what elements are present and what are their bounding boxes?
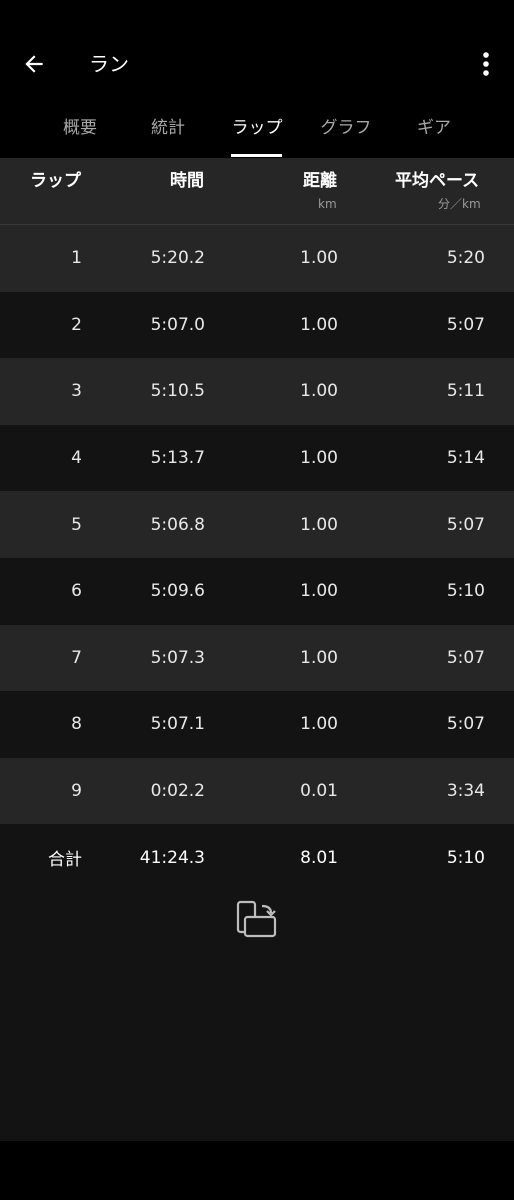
table-row: 3 5:10.5 1.00 5:11	[0, 358, 514, 425]
laps-table-body: 1 5:20.2 1.00 5:20 2 5:07.0 1.00 5:07 3 …	[0, 225, 514, 891]
table-row: 4 5:13.7 1.00 5:14	[0, 424, 514, 492]
lap-pace: 5:11	[446, 381, 485, 402]
lap-time: 5:07.3	[150, 647, 205, 668]
lap-time: 5:07.0	[150, 314, 205, 335]
rotate-screen-button[interactable]	[233, 898, 281, 942]
total-pace: 5:10	[446, 847, 485, 868]
lap-pace: 5:07	[446, 714, 485, 735]
laps-table-header: ラップ 時間 距離 km 平均ペース 分／km	[0, 158, 514, 225]
more-options-button[interactable]	[470, 44, 502, 84]
lap-distance: 1.00	[300, 314, 338, 335]
table-row: 7 5:07.3 1.00 5:07	[0, 624, 514, 692]
lap-distance: 1.00	[300, 514, 338, 535]
lap-distance: 1.00	[300, 581, 338, 602]
screen-rotation-icon	[236, 900, 277, 938]
total-distance: 8.01	[300, 847, 338, 868]
lap-number: 9	[71, 781, 82, 802]
total-time: 41:24.3	[139, 847, 205, 868]
table-row: 5 5:06.8 1.00 5:07	[0, 491, 514, 558]
lap-number: 4	[71, 448, 82, 469]
lap-pace: 5:07	[446, 514, 485, 535]
lap-distance: 1.00	[300, 714, 338, 735]
table-row: 2 5:07.0 1.00 5:07	[0, 291, 514, 359]
page-title: ラン	[89, 52, 129, 76]
tab-overview[interactable]: 概要	[60, 116, 100, 158]
lap-distance: 1.00	[300, 248, 338, 269]
lap-pace: 5:20	[446, 248, 485, 269]
lap-distance: 1.00	[300, 647, 338, 668]
lap-time: 5:13.7	[150, 448, 205, 469]
system-navigation-bar	[0, 1141, 514, 1200]
lap-number: 2	[71, 314, 82, 335]
lap-number: 1	[71, 248, 82, 269]
header-pace-unit: 分／km	[438, 197, 481, 211]
table-row: 1 5:20.2 1.00 5:20	[0, 225, 514, 292]
lap-pace: 5:07	[446, 647, 485, 668]
table-row: 6 5:09.6 1.00 5:10	[0, 557, 514, 625]
more-vertical-icon	[483, 52, 489, 76]
lap-time: 5:20.2	[150, 248, 205, 269]
lap-pace: 5:14	[446, 448, 485, 469]
lap-number: 8	[71, 714, 82, 735]
header-distance: 距離	[303, 171, 337, 191]
lap-pace: 5:07	[446, 314, 485, 335]
back-button[interactable]	[14, 44, 54, 84]
lap-time: 5:10.5	[150, 381, 205, 402]
arrow-left-icon	[25, 55, 43, 73]
tab-laps[interactable]: ラップ	[229, 116, 285, 158]
lap-distance: 0.01	[300, 781, 338, 802]
total-row: 合計 41:24.3 8.01 5:10	[0, 824, 514, 891]
total-label: 合計	[48, 850, 82, 871]
app-bar: ラン	[0, 0, 514, 100]
lap-pace: 5:10	[446, 581, 485, 602]
header-lap: ラップ	[30, 171, 81, 191]
lap-number: 5	[71, 514, 82, 535]
lap-distance: 1.00	[300, 448, 338, 469]
lap-time: 5:06.8	[150, 514, 205, 535]
lap-number: 7	[71, 647, 82, 668]
lap-number: 3	[71, 381, 82, 402]
header-pace: 平均ペース	[395, 171, 480, 191]
header-time: 時間	[170, 171, 204, 191]
lap-time: 5:07.1	[150, 714, 205, 735]
header-distance-unit: km	[318, 197, 337, 211]
tab-gear[interactable]: ギア	[414, 116, 454, 158]
table-row: 9 0:02.2 0.01 3:34	[0, 757, 514, 825]
table-row: 8 5:07.1 1.00 5:07	[0, 691, 514, 758]
lap-pace: 3:34	[446, 781, 485, 802]
lap-number: 6	[71, 581, 82, 602]
lap-distance: 1.00	[300, 381, 338, 402]
tab-graph[interactable]: グラフ	[316, 116, 376, 158]
lap-time: 5:09.6	[150, 581, 205, 602]
lap-time: 0:02.2	[150, 781, 205, 802]
tab-stats[interactable]: 統計	[148, 116, 188, 158]
tab-bar: 概要 統計 ラップ グラフ ギア	[0, 100, 514, 158]
active-tab-indicator	[231, 154, 282, 157]
